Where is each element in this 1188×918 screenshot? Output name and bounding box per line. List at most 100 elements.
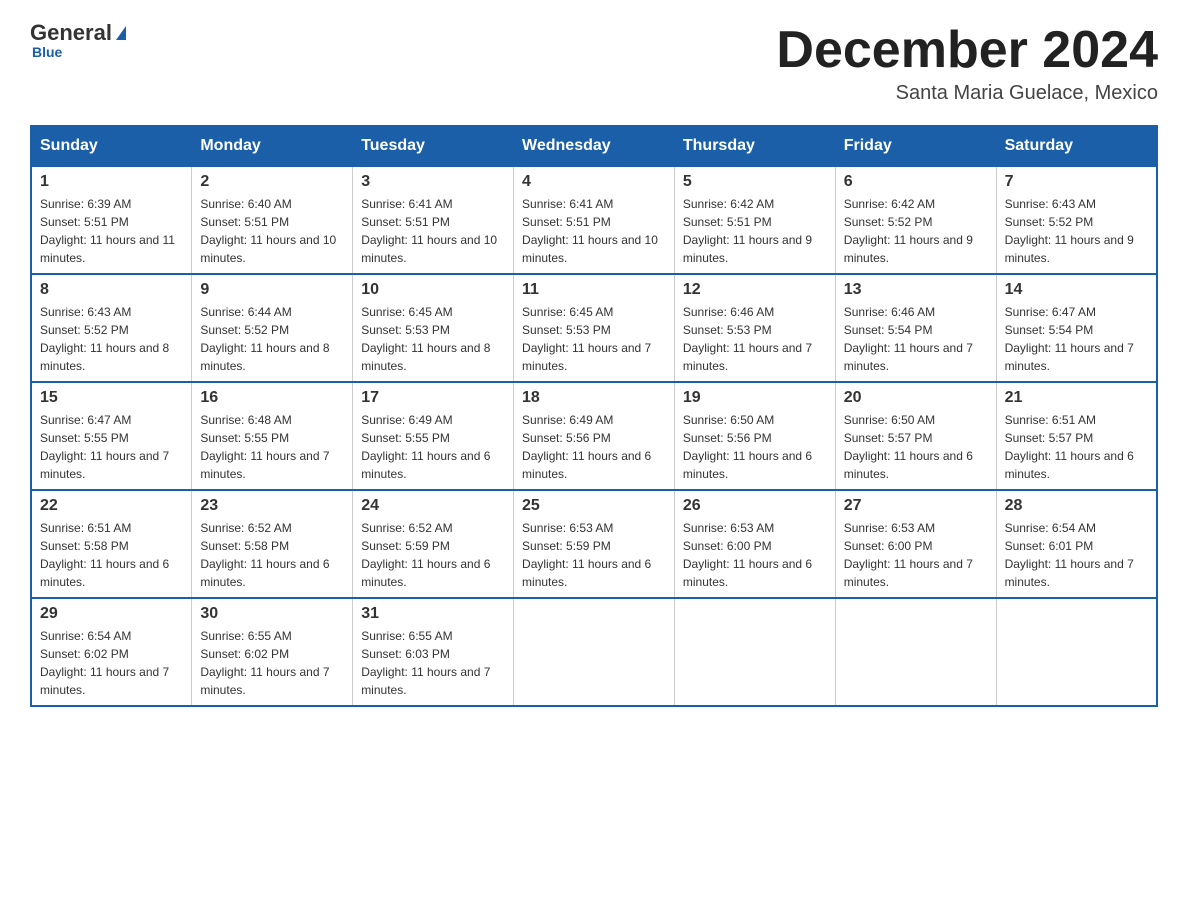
location: Santa Maria Guelace, Mexico	[776, 82, 1158, 105]
week-row-4: 22 Sunrise: 6:51 AM Sunset: 5:58 PM Dayl…	[31, 490, 1157, 598]
calendar-cell: 4 Sunrise: 6:41 AM Sunset: 5:51 PM Dayli…	[514, 166, 675, 274]
week-row-3: 15 Sunrise: 6:47 AM Sunset: 5:55 PM Dayl…	[31, 382, 1157, 490]
calendar-cell: 29 Sunrise: 6:54 AM Sunset: 6:02 PM Dayl…	[31, 598, 192, 706]
day-info: Sunrise: 6:49 AM Sunset: 5:55 PM Dayligh…	[361, 411, 505, 483]
calendar-cell: 20 Sunrise: 6:50 AM Sunset: 5:57 PM Dayl…	[835, 382, 996, 490]
day-number: 16	[200, 389, 344, 407]
day-number: 21	[1005, 389, 1148, 407]
day-info: Sunrise: 6:47 AM Sunset: 5:55 PM Dayligh…	[40, 411, 183, 483]
calendar-cell: 21 Sunrise: 6:51 AM Sunset: 5:57 PM Dayl…	[996, 382, 1157, 490]
logo-general: General	[30, 20, 112, 46]
day-number: 25	[522, 497, 666, 515]
day-number: 3	[361, 173, 505, 191]
logo-blue: Blue	[32, 44, 62, 60]
logo-text: General	[30, 20, 126, 46]
calendar-cell	[996, 598, 1157, 706]
day-info: Sunrise: 6:52 AM Sunset: 5:59 PM Dayligh…	[361, 519, 505, 591]
week-row-1: 1 Sunrise: 6:39 AM Sunset: 5:51 PM Dayli…	[31, 166, 1157, 274]
calendar-cell	[674, 598, 835, 706]
calendar-cell: 11 Sunrise: 6:45 AM Sunset: 5:53 PM Dayl…	[514, 274, 675, 382]
day-info: Sunrise: 6:41 AM Sunset: 5:51 PM Dayligh…	[522, 195, 666, 267]
calendar-cell: 5 Sunrise: 6:42 AM Sunset: 5:51 PM Dayli…	[674, 166, 835, 274]
calendar-cell: 28 Sunrise: 6:54 AM Sunset: 6:01 PM Dayl…	[996, 490, 1157, 598]
day-number: 30	[200, 605, 344, 623]
day-info: Sunrise: 6:45 AM Sunset: 5:53 PM Dayligh…	[361, 303, 505, 375]
week-row-5: 29 Sunrise: 6:54 AM Sunset: 6:02 PM Dayl…	[31, 598, 1157, 706]
day-info: Sunrise: 6:53 AM Sunset: 5:59 PM Dayligh…	[522, 519, 666, 591]
calendar-cell: 8 Sunrise: 6:43 AM Sunset: 5:52 PM Dayli…	[31, 274, 192, 382]
day-info: Sunrise: 6:40 AM Sunset: 5:51 PM Dayligh…	[200, 195, 344, 267]
calendar-cell: 1 Sunrise: 6:39 AM Sunset: 5:51 PM Dayli…	[31, 166, 192, 274]
day-info: Sunrise: 6:42 AM Sunset: 5:52 PM Dayligh…	[844, 195, 988, 267]
day-number: 5	[683, 173, 827, 191]
day-number: 17	[361, 389, 505, 407]
day-number: 18	[522, 389, 666, 407]
calendar-cell: 6 Sunrise: 6:42 AM Sunset: 5:52 PM Dayli…	[835, 166, 996, 274]
month-title: December 2024	[776, 20, 1158, 80]
weekday-header-tuesday: Tuesday	[353, 126, 514, 166]
day-number: 2	[200, 173, 344, 191]
day-info: Sunrise: 6:55 AM Sunset: 6:02 PM Dayligh…	[200, 627, 344, 699]
day-info: Sunrise: 6:41 AM Sunset: 5:51 PM Dayligh…	[361, 195, 505, 267]
weekday-header-wednesday: Wednesday	[514, 126, 675, 166]
day-info: Sunrise: 6:46 AM Sunset: 5:53 PM Dayligh…	[683, 303, 827, 375]
calendar-cell	[835, 598, 996, 706]
day-info: Sunrise: 6:49 AM Sunset: 5:56 PM Dayligh…	[522, 411, 666, 483]
day-info: Sunrise: 6:55 AM Sunset: 6:03 PM Dayligh…	[361, 627, 505, 699]
calendar-cell: 14 Sunrise: 6:47 AM Sunset: 5:54 PM Dayl…	[996, 274, 1157, 382]
day-number: 10	[361, 281, 505, 299]
day-info: Sunrise: 6:44 AM Sunset: 5:52 PM Dayligh…	[200, 303, 344, 375]
day-number: 26	[683, 497, 827, 515]
day-info: Sunrise: 6:54 AM Sunset: 6:02 PM Dayligh…	[40, 627, 183, 699]
day-number: 13	[844, 281, 988, 299]
page-header: General Blue December 2024 Santa Maria G…	[30, 20, 1158, 105]
day-number: 9	[200, 281, 344, 299]
day-number: 27	[844, 497, 988, 515]
day-info: Sunrise: 6:51 AM Sunset: 5:58 PM Dayligh…	[40, 519, 183, 591]
calendar-cell: 31 Sunrise: 6:55 AM Sunset: 6:03 PM Dayl…	[353, 598, 514, 706]
calendar-cell: 17 Sunrise: 6:49 AM Sunset: 5:55 PM Dayl…	[353, 382, 514, 490]
day-info: Sunrise: 6:43 AM Sunset: 5:52 PM Dayligh…	[40, 303, 183, 375]
calendar-cell: 25 Sunrise: 6:53 AM Sunset: 5:59 PM Dayl…	[514, 490, 675, 598]
day-info: Sunrise: 6:45 AM Sunset: 5:53 PM Dayligh…	[522, 303, 666, 375]
weekday-header-saturday: Saturday	[996, 126, 1157, 166]
day-number: 22	[40, 497, 183, 515]
day-info: Sunrise: 6:53 AM Sunset: 6:00 PM Dayligh…	[683, 519, 827, 591]
logo: General Blue	[30, 20, 126, 60]
calendar-cell: 2 Sunrise: 6:40 AM Sunset: 5:51 PM Dayli…	[192, 166, 353, 274]
calendar-cell: 12 Sunrise: 6:46 AM Sunset: 5:53 PM Dayl…	[674, 274, 835, 382]
day-info: Sunrise: 6:43 AM Sunset: 5:52 PM Dayligh…	[1005, 195, 1148, 267]
day-number: 11	[522, 281, 666, 299]
day-info: Sunrise: 6:39 AM Sunset: 5:51 PM Dayligh…	[40, 195, 183, 267]
weekday-header-row: SundayMondayTuesdayWednesdayThursdayFrid…	[31, 126, 1157, 166]
day-info: Sunrise: 6:47 AM Sunset: 5:54 PM Dayligh…	[1005, 303, 1148, 375]
day-info: Sunrise: 6:48 AM Sunset: 5:55 PM Dayligh…	[200, 411, 344, 483]
day-number: 31	[361, 605, 505, 623]
logo-triangle-icon	[116, 26, 126, 40]
calendar-cell: 3 Sunrise: 6:41 AM Sunset: 5:51 PM Dayli…	[353, 166, 514, 274]
weekday-header-sunday: Sunday	[31, 126, 192, 166]
calendar-cell: 9 Sunrise: 6:44 AM Sunset: 5:52 PM Dayli…	[192, 274, 353, 382]
calendar-cell: 7 Sunrise: 6:43 AM Sunset: 5:52 PM Dayli…	[996, 166, 1157, 274]
day-number: 20	[844, 389, 988, 407]
calendar-cell: 16 Sunrise: 6:48 AM Sunset: 5:55 PM Dayl…	[192, 382, 353, 490]
calendar-cell: 26 Sunrise: 6:53 AM Sunset: 6:00 PM Dayl…	[674, 490, 835, 598]
day-number: 4	[522, 173, 666, 191]
day-info: Sunrise: 6:50 AM Sunset: 5:57 PM Dayligh…	[844, 411, 988, 483]
day-number: 19	[683, 389, 827, 407]
day-info: Sunrise: 6:50 AM Sunset: 5:56 PM Dayligh…	[683, 411, 827, 483]
day-number: 24	[361, 497, 505, 515]
day-number: 8	[40, 281, 183, 299]
calendar-cell: 19 Sunrise: 6:50 AM Sunset: 5:56 PM Dayl…	[674, 382, 835, 490]
day-info: Sunrise: 6:46 AM Sunset: 5:54 PM Dayligh…	[844, 303, 988, 375]
calendar-cell: 24 Sunrise: 6:52 AM Sunset: 5:59 PM Dayl…	[353, 490, 514, 598]
day-info: Sunrise: 6:51 AM Sunset: 5:57 PM Dayligh…	[1005, 411, 1148, 483]
calendar-cell: 13 Sunrise: 6:46 AM Sunset: 5:54 PM Dayl…	[835, 274, 996, 382]
day-info: Sunrise: 6:52 AM Sunset: 5:58 PM Dayligh…	[200, 519, 344, 591]
day-info: Sunrise: 6:54 AM Sunset: 6:01 PM Dayligh…	[1005, 519, 1148, 591]
day-number: 6	[844, 173, 988, 191]
calendar-cell: 30 Sunrise: 6:55 AM Sunset: 6:02 PM Dayl…	[192, 598, 353, 706]
day-number: 7	[1005, 173, 1148, 191]
day-number: 23	[200, 497, 344, 515]
weekday-header-thursday: Thursday	[674, 126, 835, 166]
